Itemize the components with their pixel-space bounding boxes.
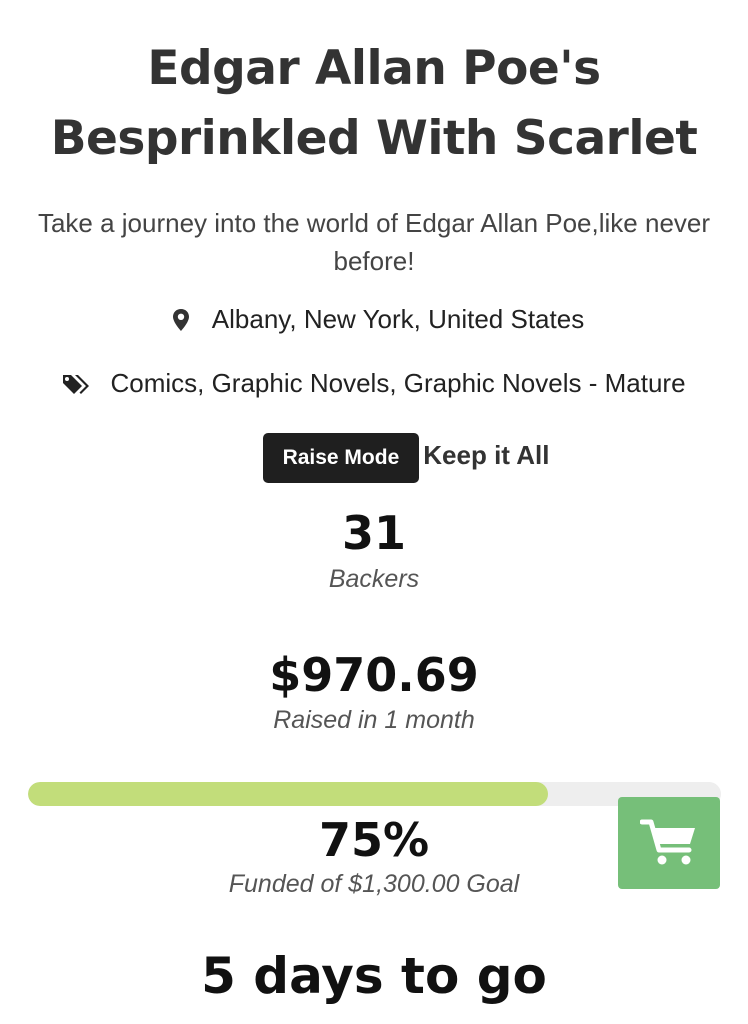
raise-mode-value: Keep it All	[423, 439, 550, 470]
raised-amount: $970.69	[269, 648, 479, 702]
campaign-title-line2: Besprinkled With Scarlet	[50, 111, 698, 166]
add-to-cart-button[interactable]	[618, 797, 720, 889]
funding-progress-fill	[28, 782, 548, 806]
campaign-categories: Comics, Graphic Novels, Graphic Novels -…	[0, 368, 748, 399]
raise-mode-badge: Raise Mode	[262, 433, 420, 483]
campaign-title: Edgar Allan Poe's Besprinkled With Scarl…	[0, 34, 748, 174]
campaign-title-line1: Edgar Allan Poe's	[147, 41, 601, 96]
categories-text: Comics, Graphic Novels, Graphic Novels -…	[110, 368, 686, 398]
backers-label: Backers	[328, 565, 420, 593]
location-text: Albany, New York, United States	[211, 304, 585, 334]
raise-mode: Raise Mode Keep it All	[0, 433, 748, 483]
campaign-subtitle: Take a journey into the world of Edgar A…	[37, 208, 711, 276]
map-pin-icon	[172, 308, 190, 332]
days-remaining: 5 days to go	[201, 947, 547, 1005]
raised-label: Raised in 1 month	[273, 706, 475, 734]
tags-icon	[62, 372, 92, 396]
campaign-location: Albany, New York, United States	[0, 304, 748, 335]
shopping-cart-icon	[640, 817, 698, 869]
backers-count: 31	[341, 506, 406, 560]
